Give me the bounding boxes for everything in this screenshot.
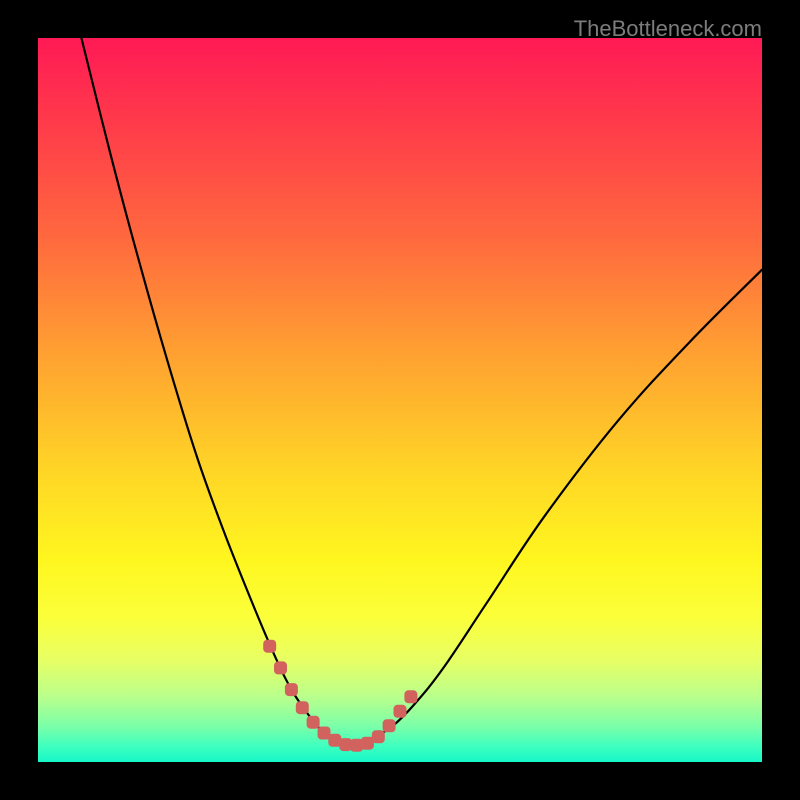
curve-marker — [274, 661, 287, 674]
marker-group — [263, 640, 417, 752]
curve-marker — [404, 690, 417, 703]
curve-marker — [263, 640, 276, 653]
curve-svg-layer — [38, 38, 762, 762]
curve-marker — [372, 730, 385, 743]
chart-frame: TheBottleneck.com — [0, 0, 800, 800]
curve-marker — [296, 701, 309, 714]
curve-marker — [394, 705, 407, 718]
bottleneck-curve-right — [349, 270, 762, 746]
curve-marker — [307, 716, 320, 729]
curve-marker — [383, 719, 396, 732]
bottleneck-curve-left — [81, 38, 349, 745]
curve-marker — [285, 683, 298, 696]
